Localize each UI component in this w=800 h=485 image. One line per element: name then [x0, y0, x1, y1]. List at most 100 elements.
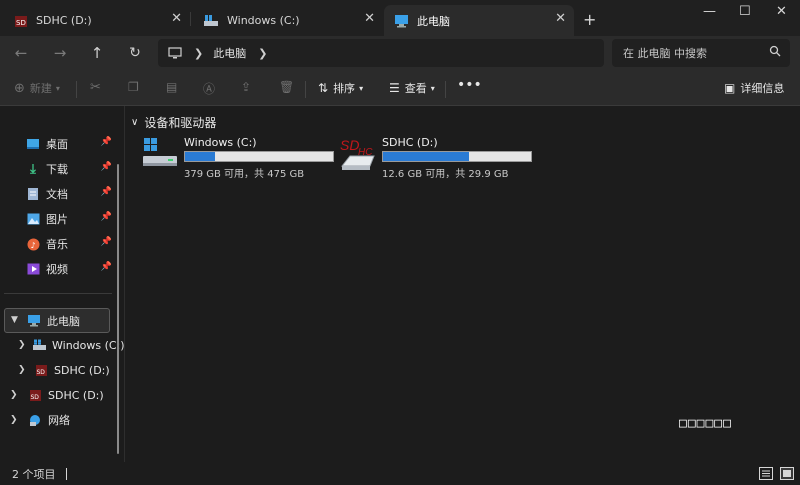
pin-icon[interactable]: 📌: [101, 162, 112, 172]
monitor-icon: [168, 46, 182, 58]
drive-sdhc-d[interactable]: SD HC SDHC (D:) 12.6 GB 可用，共 29.9 GB: [340, 136, 534, 180]
window-close-icon[interactable]: ✕: [776, 4, 787, 19]
details-view-icon[interactable]: [759, 467, 773, 480]
pin-icon[interactable]: 📌: [101, 212, 112, 222]
sidebar-item-downloads[interactable]: ⤓ 下载 📌: [0, 158, 116, 180]
sidebar-item-label: 网络: [48, 414, 70, 427]
new-label: 新建: [29, 82, 52, 95]
documents-folder-icon: [26, 187, 40, 201]
search-input[interactable]: 在 此电脑 中搜索: [612, 39, 790, 67]
details-button[interactable]: ▣ 详细信息: [724, 80, 784, 96]
pin-icon[interactable]: 📌: [101, 187, 112, 197]
sidebar-item-this-pc[interactable]: ▼ 此电脑: [4, 308, 110, 333]
back-button[interactable]: ←: [10, 42, 32, 64]
close-icon[interactable]: ✕: [555, 11, 566, 26]
delete-icon[interactable]: 🗑: [279, 80, 294, 94]
minimize-icon[interactable]: —: [703, 4, 716, 19]
pin-icon[interactable]: 📌: [101, 137, 112, 147]
cut-icon[interactable]: ✂: [90, 80, 101, 95]
chevron-right-icon[interactable]: ❯: [18, 340, 26, 350]
drive-windows-c[interactable]: Windows (C:) 379 GB 可用，共 475 GB: [142, 136, 336, 180]
sort-button[interactable]: ⇅ 排序 ▾: [318, 80, 363, 96]
pin-icon[interactable]: 📌: [101, 262, 112, 272]
paste-icon[interactable]: ▤: [166, 80, 177, 94]
chevron-down-icon: ▾: [359, 83, 364, 93]
svg-text:♪: ♪: [30, 241, 35, 250]
sidebar-divider: [4, 293, 112, 294]
sidebar-item-network[interactable]: ❯ 网络: [0, 409, 116, 431]
more-options-icon[interactable]: •••: [457, 77, 482, 93]
close-icon[interactable]: ✕: [171, 11, 182, 26]
sidebar-item-windows-c[interactable]: ❯ Windows (C:): [0, 334, 125, 356]
chevron-right-icon[interactable]: ❯: [18, 365, 26, 375]
pin-icon[interactable]: 📌: [101, 237, 112, 247]
close-icon[interactable]: ✕: [364, 11, 375, 26]
sidebar-item-documents[interactable]: 文档 📌: [0, 183, 116, 205]
network-icon: [28, 413, 42, 427]
tab-this-pc[interactable]: 此电脑 ✕: [384, 5, 574, 36]
maximize-icon[interactable]: ☐: [739, 4, 751, 19]
item-count: 2 个项目: [12, 467, 56, 481]
this-pc-icon: [395, 14, 408, 27]
details-pane-icon: ▣: [724, 81, 736, 95]
sidebar-item-label: 音乐: [46, 238, 68, 251]
sort-label: 排序: [333, 82, 356, 95]
windows-drive-icon: [32, 338, 46, 352]
group-header-devices[interactable]: ∨ 设备和驱动器: [131, 114, 216, 131]
sidebar-item-sdhc-d[interactable]: ❯ SD SDHC (D:): [0, 359, 116, 381]
sidebar-item-music[interactable]: ♪ 音乐 📌: [0, 233, 116, 255]
chevron-down-icon[interactable]: ∨: [131, 117, 138, 128]
chevron-right-icon[interactable]: ❯: [258, 47, 267, 60]
refresh-button[interactable]: ↻: [124, 42, 146, 64]
up-button[interactable]: ↑: [86, 42, 108, 64]
chevron-right-icon[interactable]: ❯: [10, 390, 18, 400]
breadcrumb[interactable]: 此电脑: [213, 45, 246, 61]
new-button[interactable]: ⊕ 新建 ▾: [14, 80, 60, 96]
sidebar-item-sdhc-d-root[interactable]: ❯ SD SDHC (D:): [0, 384, 116, 406]
windows-drive-icon: [143, 138, 177, 166]
missing-glyph-text: □□□□□□: [679, 416, 732, 431]
sidebar-item-desktop[interactable]: 桌面 📌: [0, 133, 116, 155]
sort-icon: ⇅: [318, 81, 329, 95]
tab-bar: SD SDHC (D:) ✕ Windows (C:) ✕ 此电脑 ✕ + — …: [0, 0, 800, 36]
tab-label: 此电脑: [417, 14, 450, 28]
chevron-right-icon[interactable]: ❯: [194, 47, 203, 60]
divider: [305, 81, 306, 98]
status-bar: 2 个项目: [0, 462, 800, 485]
forward-button[interactable]: →: [49, 42, 71, 64]
sidebar-item-videos[interactable]: 视频 📌: [0, 258, 116, 280]
address-input[interactable]: ❯ 此电脑 ❯: [158, 39, 604, 67]
tab-divider: [190, 12, 191, 26]
drive-name: Windows (C:): [184, 136, 257, 149]
chevron-right-icon[interactable]: ❯: [10, 415, 18, 425]
drive-usage-fill: [185, 152, 215, 161]
drive-free-space: 12.6 GB 可用，共 29.9 GB: [382, 169, 509, 180]
sidebar-scrollbar[interactable]: [117, 164, 119, 454]
address-bar: ← → ↑ ↻ ❯ 此电脑 ❯ 在 此电脑 中搜索: [0, 36, 800, 72]
svg-text:SD: SD: [16, 19, 26, 27]
share-icon[interactable]: ⇪: [241, 80, 251, 94]
tab-sdhc[interactable]: SD SDHC (D:) ✕: [4, 5, 190, 36]
tiles-view-icon[interactable]: [780, 467, 794, 480]
divider: [445, 81, 446, 98]
details-label: 详细信息: [740, 82, 785, 95]
sdhc-drive-icon: SD: [28, 388, 42, 402]
group-header-label: 设备和驱动器: [144, 116, 217, 130]
sidebar-item-label: 图片: [46, 213, 68, 226]
search-icon[interactable]: [769, 45, 781, 57]
view-button[interactable]: ☰ 查看 ▾: [389, 80, 435, 96]
rename-icon[interactable]: Ⓐ: [203, 80, 215, 97]
this-pc-icon: [27, 314, 41, 328]
drive-usage-bar: [184, 151, 334, 162]
drive-name: SDHC (D:): [382, 136, 438, 149]
downloads-folder-icon: ⤓: [30, 161, 36, 177]
new-tab-button[interactable]: +: [583, 10, 596, 29]
sidebar-item-label: 视频: [46, 263, 68, 276]
copy-icon[interactable]: ❐: [128, 80, 139, 94]
videos-folder-icon: [26, 262, 40, 276]
chevron-down-icon[interactable]: ▼: [11, 315, 18, 325]
divider: [76, 81, 77, 98]
sidebar-item-pictures[interactable]: 图片 📌: [0, 208, 116, 230]
sidebar-item-label: SDHC (D:): [54, 363, 110, 377]
tab-windows[interactable]: Windows (C:) ✕: [193, 5, 383, 36]
